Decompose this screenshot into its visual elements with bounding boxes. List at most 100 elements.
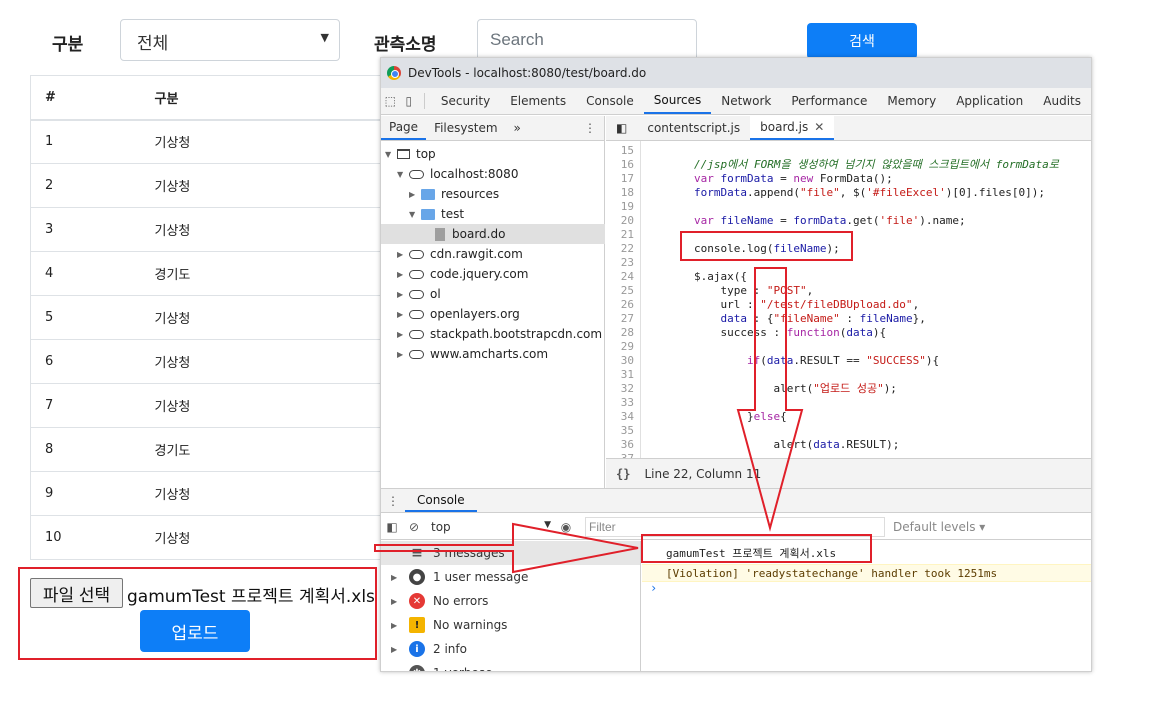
upload-button[interactable]: 업로드 — [140, 610, 250, 652]
console-toolbar: ◧ ⊘ top ▼ ◉ Default levels ▾ — [381, 514, 1091, 540]
tree-item-board[interactable]: board.do — [381, 224, 605, 244]
console-sidebar-item[interactable]: ▶ i 2 info — [381, 637, 640, 661]
tab-security[interactable]: Security — [431, 88, 500, 114]
editor-tab-contentscript[interactable]: contentscript.js — [637, 116, 750, 140]
code-text: alert("업로드 성공"); — [694, 382, 897, 395]
pretty-print-icon[interactable]: {} — [616, 467, 630, 481]
subtab-page[interactable]: Page — [381, 116, 427, 140]
tree-item-origin[interactable]: ▶ cdn.rawgit.com — [397, 244, 523, 264]
row-category: 기상청 — [140, 383, 390, 428]
line-number[interactable]: 33 — [606, 396, 634, 410]
search-input[interactable] — [477, 19, 697, 61]
editor-tab-board[interactable]: board.js ✕ — [750, 116, 835, 140]
inspect-element-icon[interactable]: ⬚ — [381, 88, 400, 114]
tree-label: test — [441, 207, 465, 221]
device-toolbar-icon[interactable]: ▯ — [400, 88, 419, 114]
tab-sources[interactable]: Sources — [643, 88, 712, 114]
console-sidebar-item[interactable]: ≡ 3 messages — [381, 541, 640, 565]
tree-item-origin[interactable]: ▶ stackpath.bootstrapcdn.com — [397, 324, 602, 344]
line-number[interactable]: 22 — [606, 242, 634, 256]
line-number[interactable]: 15 — [606, 144, 634, 158]
more-tabs-icon[interactable]: » — [506, 116, 529, 140]
collapse-arrow-icon: ▶ — [391, 596, 398, 606]
row-number: 4 — [30, 251, 141, 296]
drawer-menu-icon[interactable]: ⋮ — [381, 489, 405, 512]
line-number[interactable]: 32 — [606, 382, 634, 396]
drawer-tab-console[interactable]: Console — [405, 489, 477, 512]
console-sidebar-item[interactable]: ▶ ✕ No errors — [381, 589, 640, 613]
line-number[interactable]: 19 — [606, 200, 634, 214]
line-number[interactable]: 17 — [606, 172, 634, 186]
chevron-down-icon: ▼ — [544, 519, 551, 530]
tree-item-origin[interactable]: ▶ ol — [397, 284, 441, 304]
line-number[interactable]: 24 — [606, 270, 634, 284]
line-number[interactable]: 26 — [606, 298, 634, 312]
line-number[interactable]: 34 — [606, 410, 634, 424]
search-button[interactable]: 검색 — [807, 23, 917, 59]
close-icon[interactable]: ✕ — [814, 120, 824, 134]
tree-item-origin[interactable]: ▶ openlayers.org — [397, 304, 520, 324]
console-sidebar-item[interactable]: ▶! No warnings — [381, 613, 640, 637]
code-line: 18 formData.append("file", $('#fileExcel'… — [606, 186, 1091, 200]
code-line: 15 — [606, 144, 1091, 158]
line-number[interactable]: 31 — [606, 368, 634, 382]
line-number[interactable]: 21 — [606, 228, 634, 242]
tree-item-top[interactable]: ▼ top — [385, 144, 436, 164]
tab-performance[interactable]: Performance — [781, 88, 877, 114]
tree-label: resources — [441, 187, 500, 201]
tree-item-localhost[interactable]: ▼ localhost:8080 — [397, 164, 518, 184]
console-sidebar-label: 2 info — [433, 642, 467, 656]
col-header-category: 구분 — [140, 75, 390, 121]
tab-memory[interactable]: Memory — [877, 88, 946, 114]
tree-item-origin[interactable]: ▶ www.amcharts.com — [397, 344, 548, 364]
console-prompt[interactable]: › — [650, 581, 657, 595]
console-sidebar-item[interactable]: ▶ ✱ 1 verbose — [381, 661, 640, 671]
tab-audits[interactable]: Audits — [1033, 88, 1091, 114]
line-number[interactable]: 28 — [606, 326, 634, 340]
row-category: 기상청 — [140, 471, 390, 516]
chrome-logo-icon — [387, 66, 401, 80]
sidebar-toggle-icon[interactable]: ◧ — [381, 520, 403, 534]
expand-arrow-icon: ▼ — [397, 169, 404, 179]
line-number[interactable]: 35 — [606, 424, 634, 438]
kebab-menu-icon[interactable]: ⋮ — [584, 116, 604, 140]
console-sidebar-item[interactable]: ▶ ● 1 user message — [381, 565, 640, 589]
line-number[interactable]: 27 — [606, 312, 634, 326]
eye-icon[interactable]: ◉ — [555, 520, 577, 534]
tab-network[interactable]: Network — [711, 88, 781, 114]
tab-elements[interactable]: Elements — [500, 88, 576, 114]
tree-item-origin[interactable]: ▶ code.jquery.com — [397, 264, 528, 284]
console-filter-input[interactable] — [585, 516, 885, 537]
console-output: gamumTest 프로젝트 계획서.xls [Violation] 'read… — [642, 541, 1091, 671]
cloud-icon — [409, 269, 424, 279]
code-text: var fileName = formData.get('file').name… — [694, 214, 966, 227]
context-selector[interactable]: top ▼ — [425, 520, 555, 534]
line-number[interactable]: 36 — [606, 438, 634, 452]
line-number[interactable]: 30 — [606, 354, 634, 368]
code-text: type : "POST", — [694, 284, 814, 297]
tab-console[interactable]: Console — [576, 88, 644, 114]
tree-item-test[interactable]: ▼ test — [409, 204, 464, 224]
row-number: 10 — [30, 515, 141, 560]
line-number[interactable]: 25 — [606, 284, 634, 298]
code-line: 21 — [606, 228, 1091, 242]
subtab-filesystem[interactable]: Filesystem — [426, 116, 505, 140]
tab-application[interactable]: Application — [946, 88, 1033, 114]
category-select[interactable]: 전체 ▼ — [120, 19, 340, 61]
clear-console-icon[interactable]: ⊘ — [403, 520, 425, 534]
log-levels-dropdown[interactable]: Default levels ▾ — [893, 520, 985, 534]
console-sidebar-label: 1 verbose — [433, 666, 492, 671]
navigator-subtabs: Page Filesystem » ⋮ — [381, 116, 604, 141]
line-number[interactable]: 18 — [606, 186, 634, 200]
line-number[interactable]: 16 — [606, 158, 634, 172]
toggle-navigator-icon[interactable]: ◧ — [606, 116, 637, 140]
table-row: 6 기상청 — [30, 339, 390, 384]
line-number[interactable]: 23 — [606, 256, 634, 270]
line-number[interactable]: 29 — [606, 340, 634, 354]
line-number[interactable]: 20 — [606, 214, 634, 228]
file-choose-button[interactable]: 파일 선택 — [30, 578, 123, 608]
code-line: 29 — [606, 340, 1091, 354]
tree-item-resources[interactable]: ▶ resources — [409, 184, 499, 204]
collapse-arrow-icon: ▶ — [409, 189, 416, 199]
cloud-icon — [409, 249, 424, 259]
